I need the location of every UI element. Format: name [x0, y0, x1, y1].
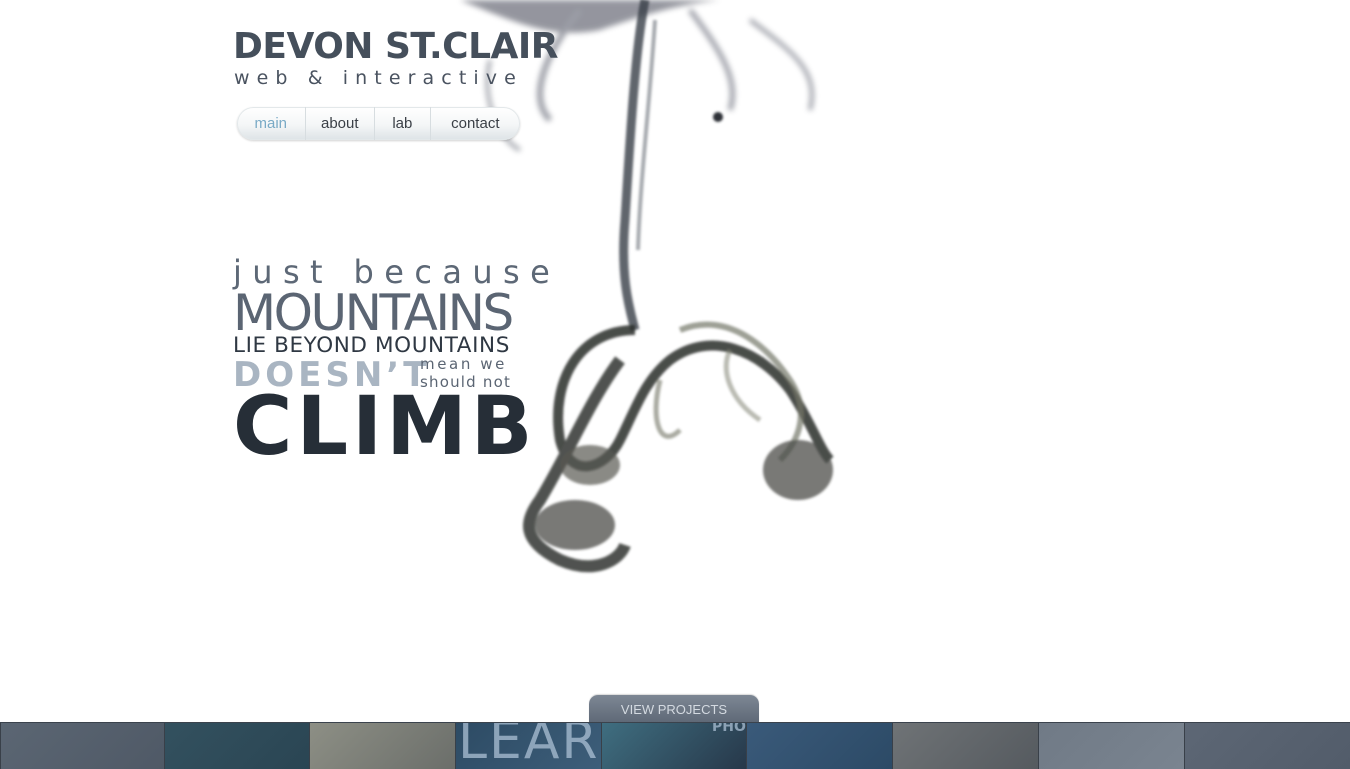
project-thumb-1[interactable] [0, 723, 164, 769]
project-thumb-7[interactable] [892, 723, 1038, 769]
nav-item-contact[interactable]: contact [431, 107, 520, 140]
tagline-line-2: MOUNTAINS [233, 284, 514, 342]
nav-item-main[interactable]: main [237, 107, 306, 140]
main-nav: main about lab contact [237, 107, 520, 140]
project-thumb-2[interactable] [164, 723, 309, 769]
project-thumb-4[interactable]: LEAR [455, 723, 601, 769]
project-thumb-5[interactable]: PHO [601, 723, 746, 769]
tagline-line-7: CLIMB [233, 380, 537, 474]
project-thumb-text: LEAR [458, 723, 600, 769]
project-thumb-3[interactable] [309, 723, 455, 769]
tagline-line-5: mean we [420, 355, 508, 373]
project-thumb-9[interactable] [1184, 723, 1350, 769]
project-thumb-text: PHO [712, 723, 746, 735]
nav-item-lab[interactable]: lab [375, 107, 431, 140]
project-thumb-8[interactable] [1038, 723, 1184, 769]
project-thumbnail-strip[interactable]: LEAR PHO [0, 722, 1350, 769]
logo-title: DEVON ST.CLAIR [233, 26, 559, 67]
nav-item-about[interactable]: about [306, 107, 376, 140]
logo-subtitle: web & interactive [234, 67, 523, 89]
project-thumb-6[interactable] [746, 723, 892, 769]
view-projects-button[interactable]: VIEW PROJECTS [589, 695, 759, 723]
